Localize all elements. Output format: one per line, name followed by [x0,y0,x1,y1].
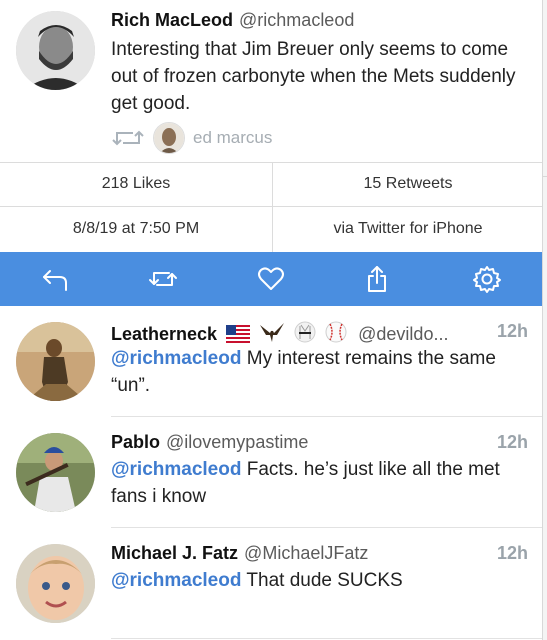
reply-item[interactable]: Michael J. Fatz @MichaelJFatz 12h @richma… [0,528,542,640]
reply-mention[interactable]: @richmacleod [111,459,241,480]
tweet-timestamp: 8/8/19 at 7:50 PM [72,220,200,237]
reply-time: 12h [496,321,528,341]
action-toolbar [0,252,542,306]
divider [0,162,542,163]
heart-icon[interactable] [256,264,286,294]
reply-avatar[interactable] [16,322,95,401]
karate-gi-icon [294,321,316,348]
reply-author-name[interactable]: Michael J. Fatz [111,543,238,563]
author-line: Rich MacLeod @richmacleod [111,10,354,31]
reply-avatar[interactable] [16,433,95,512]
reply-text: @richmacleod That dude SUCKS [111,567,531,594]
retweeted-by-row[interactable]: ed marcus [111,122,272,154]
reply-author-handle[interactable]: @ilovemypastime [166,432,308,452]
retweet-small-icon [111,127,145,149]
author-name[interactable]: Rich MacLeod [111,10,233,30]
reply-time: 12h [496,543,528,563]
author-handle[interactable]: @richmacleod [239,10,354,30]
retweet-icon[interactable] [148,264,178,294]
reply-divider [111,638,542,639]
reply-author-handle[interactable]: @devildo... [358,324,448,344]
tweet-detail-panel: Rich MacLeod @richmacleod Interesting tha… [0,0,542,640]
share-icon[interactable] [362,264,392,294]
eagle-icon [259,321,285,348]
reply-text: @richmacleod My interest remains the sam… [111,345,531,399]
retweeter-avatar[interactable] [153,122,185,154]
reply-header: Leatherneck @devildo... [111,321,448,348]
reply-text: @richmacleod Facts. he’s just like all t… [111,456,531,510]
baseball-icon [325,321,347,348]
reply-author-name[interactable]: Leatherneck [111,324,217,344]
reply-body-text: That dude SUCKS [241,570,403,591]
reply-header: Pablo @ilovemypastime [111,432,308,453]
tweet-source[interactable]: via Twitter for iPhone [272,220,542,238]
divider [543,176,547,177]
divider [0,206,542,207]
reply-avatar[interactable] [16,544,95,623]
reply-icon[interactable] [40,264,70,294]
retweeter-name[interactable]: ed marcus [193,128,272,148]
reply-author-name[interactable]: Pablo [111,432,160,452]
reply-time: 12h [496,432,528,452]
reply-author-handle[interactable]: @MichaelJFatz [244,543,368,563]
reply-item[interactable]: Leatherneck @devildo... 12h @richmacleod… [0,306,542,416]
tweet-text: Interesting that Jim Breuer only seems t… [111,39,516,114]
reply-mention[interactable]: @richmacleod [111,348,241,369]
reply-header: Michael J. Fatz @MichaelJFatz [111,543,368,564]
author-avatar[interactable] [16,11,95,90]
likes-count[interactable]: 218 Likes [0,175,272,193]
retweets-count[interactable]: 15 Retweets [272,175,542,193]
reply-mention[interactable]: @richmacleod [111,570,241,591]
adjacent-window-edge [542,0,547,640]
reply-item[interactable]: Pablo @ilovemypastime 12h @richmacleod Fa… [0,417,542,527]
gear-icon[interactable] [472,264,502,294]
